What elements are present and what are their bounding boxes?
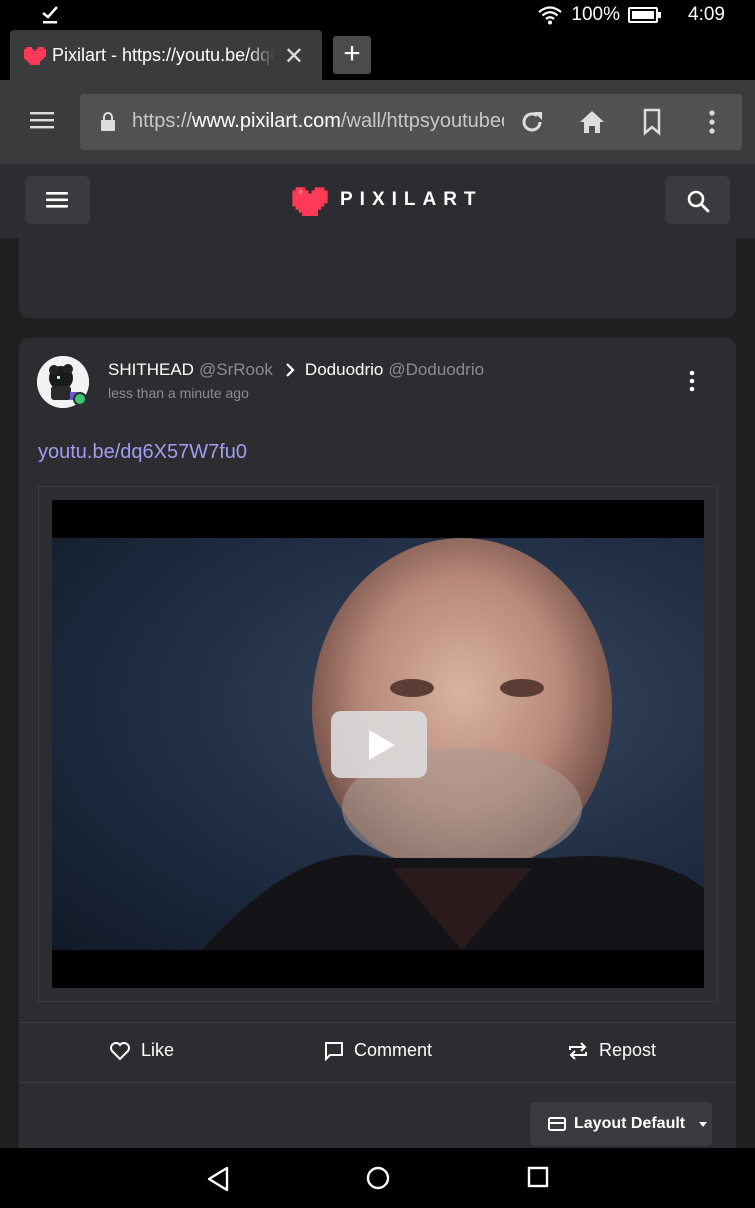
bookmark-icon[interactable]: [642, 108, 662, 136]
comment-label: Comment: [354, 1040, 433, 1060]
clock: 4:09: [688, 4, 725, 25]
post-options-icon[interactable]: [688, 370, 696, 392]
recents-icon[interactable]: [527, 1166, 549, 1188]
chevron-right-icon: [286, 363, 295, 377]
like-button[interactable]: Like: [109, 1040, 174, 1061]
url-host: www.pixilart.com: [192, 110, 341, 132]
site-header: PIXILART: [0, 164, 755, 238]
browser-tab[interactable]: Pixilart - https://youtu.be/dq6X57W7fu0 …: [10, 30, 322, 80]
logo-text: PIXILART: [340, 189, 483, 210]
recipient-handle[interactable]: @Doduodrio: [388, 360, 484, 380]
url-text: https://www.pixilart.com/wall/httpsyoutu…: [132, 110, 504, 133]
home-icon[interactable]: [578, 108, 606, 136]
wifi-icon: [538, 6, 563, 25]
recipient-name[interactable]: Doduodrio: [305, 360, 383, 380]
download-complete-icon: [42, 6, 58, 24]
pixilart-favicon-icon: [24, 47, 46, 65]
reload-icon[interactable]: [518, 108, 546, 136]
tab-title: Pixilart - https://youtu.be/dq6X57W7fu0: [52, 44, 274, 65]
status-bar: 100% 4:09: [0, 0, 755, 30]
post-link[interactable]: youtu.be/dq6X57W7fu0: [38, 441, 247, 464]
layout-label: Layout Default: [574, 1115, 686, 1132]
pixilart-logo[interactable]: PIXILART: [292, 184, 483, 216]
comment-icon: [325, 1041, 343, 1061]
hamburger-icon: [46, 192, 68, 208]
layout-icon: [548, 1117, 566, 1131]
tab-strip: Pixilart - https://youtu.be/dq6X57W7fu0 …: [0, 30, 755, 80]
caret-down-icon: [699, 1121, 708, 1127]
more-options-icon[interactable]: [708, 108, 716, 136]
post-card: SHITHEAD @SrRook Doduodrio @Doduodrio le…: [19, 338, 736, 1148]
feed: SHITHEAD @SrRook Doduodrio @Doduodrio le…: [0, 238, 755, 1148]
post-author-line: SHITHEAD @SrRook Doduodrio @Doduodrio: [108, 360, 484, 380]
play-button[interactable]: [331, 711, 427, 778]
site-menu-button[interactable]: [25, 176, 90, 224]
repost-label: Repost: [599, 1040, 657, 1060]
post-timestamp: less than a minute ago: [108, 385, 249, 401]
repost-button[interactable]: Repost: [567, 1040, 656, 1061]
site-search-button[interactable]: [665, 176, 730, 224]
new-tab-button[interactable]: +: [333, 36, 371, 74]
search-icon: [687, 190, 710, 213]
url-prefix: https://: [132, 110, 193, 132]
system-nav-bar: [0, 1148, 755, 1208]
previous-post-card: [19, 238, 736, 318]
close-tab-icon[interactable]: ✕: [284, 42, 304, 71]
heart-icon: [110, 1041, 130, 1060]
battery-percent: 100%: [571, 4, 621, 25]
pixel-heart-icon: [292, 187, 328, 216]
repost-icon: [569, 1041, 587, 1060]
back-icon[interactable]: [206, 1166, 230, 1192]
lock-icon: [101, 112, 115, 131]
address-bar: https://www.pixilart.com/wall/httpsyoutu…: [0, 80, 755, 164]
battery-icon: [628, 7, 662, 23]
post-actions: Like Comment Repost: [19, 1022, 736, 1082]
like-label: Like: [141, 1040, 175, 1060]
browser-menu-icon[interactable]: [30, 110, 56, 130]
home-circle-icon[interactable]: [366, 1166, 390, 1190]
layout-dropdown-button[interactable]: Layout Default: [530, 1102, 712, 1146]
online-status-dot: [73, 392, 87, 406]
url-field[interactable]: https://www.pixilart.com/wall/httpsyoutu…: [80, 94, 742, 150]
video-player[interactable]: [52, 500, 704, 988]
divider: [19, 1082, 736, 1083]
video-embed: [38, 486, 718, 1002]
author-name[interactable]: SHITHEAD: [108, 360, 194, 380]
url-path: /wall/httpsyoutubedq6X57W7fu0: [340, 110, 504, 132]
author-handle[interactable]: @SrRook: [199, 360, 273, 380]
comment-button[interactable]: Comment: [324, 1040, 432, 1061]
